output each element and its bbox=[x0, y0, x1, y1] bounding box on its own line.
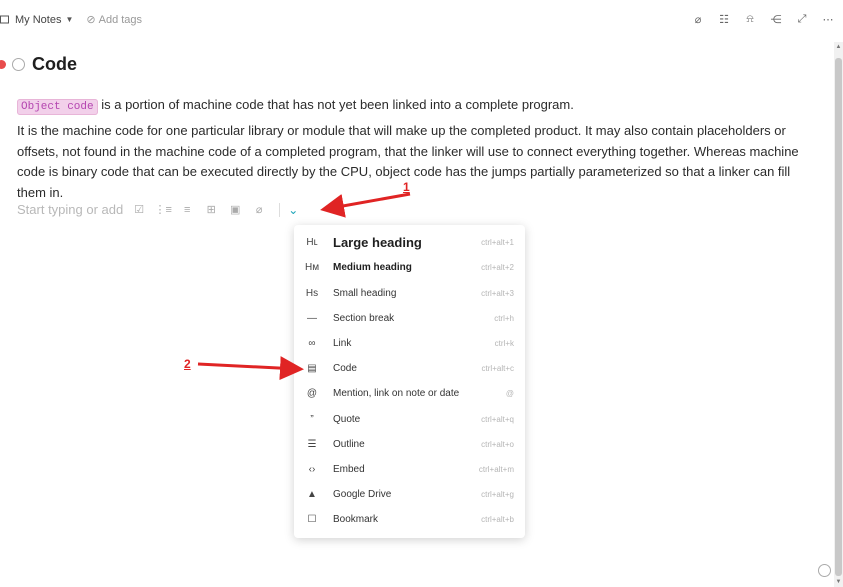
scroll-down-icon[interactable]: ▼ bbox=[835, 579, 842, 585]
page-title[interactable]: Code bbox=[32, 54, 77, 75]
menu-item-embed[interactable]: ‹› Embed ctrl+alt+m bbox=[294, 457, 525, 482]
breadcrumb: My Notes ▼ ⊘ Add tags bbox=[0, 13, 142, 26]
divider bbox=[279, 202, 281, 217]
attachment-icon[interactable]: ⌀ bbox=[251, 203, 267, 217]
menu-item-quote[interactable]: ” Quote ctrl+alt+q bbox=[294, 407, 525, 432]
menu-item-shortcut: @ bbox=[505, 389, 514, 398]
bookmark-icon: ☐ bbox=[307, 514, 317, 525]
image-icon[interactable]: ▣ bbox=[227, 203, 243, 217]
top-bar: My Notes ▼ ⊘ Add tags ⌀ ☷ ⍾ ⋲ ⤢ ⋯ bbox=[0, 0, 843, 42]
menu-item-large-heading[interactable]: Hʟ Large heading ctrl+alt+1 bbox=[294, 230, 525, 255]
menu-item-shortcut: ctrl+k bbox=[494, 339, 514, 348]
menu-item-label: Quote bbox=[333, 414, 361, 425]
google-drive-icon: ▲ bbox=[307, 489, 317, 500]
menu-item-google-drive[interactable]: ▲ Google Drive ctrl+alt+g bbox=[294, 482, 525, 507]
menu-item-label: Large heading bbox=[333, 235, 422, 250]
insert-toolbar: Start typing or add ☑ ⋮≡ ≡ ⊞ ▣ ⌀ ⌄ bbox=[17, 202, 298, 217]
tag-icon: ⊘ bbox=[86, 14, 96, 26]
menu-item-label: Mention, link on note or date bbox=[333, 388, 460, 399]
paragraph-1-text: is a portion of machine code that has no… bbox=[97, 97, 574, 112]
chevron-down-icon[interactable]: ▼ bbox=[65, 15, 73, 24]
insert-menu: Hʟ Large heading ctrl+alt+1 Hм Medium he… bbox=[294, 225, 525, 538]
scrollbar-thumb[interactable] bbox=[835, 58, 842, 576]
menu-item-label: Code bbox=[333, 363, 357, 374]
menu-item-label: Outline bbox=[333, 439, 365, 450]
expand-icon[interactable]: ⤢ bbox=[795, 12, 809, 26]
menu-item-link[interactable]: ∞ Link ctrl+k bbox=[294, 331, 525, 356]
annotation-label-2: 2 bbox=[184, 357, 191, 371]
section-break-icon: — bbox=[307, 313, 317, 324]
paragraph-1[interactable]: Object code is a portion of machine code… bbox=[17, 96, 797, 116]
add-tags-button[interactable]: ⊘ Add tags bbox=[83, 13, 143, 27]
menu-item-section-break[interactable]: — Section break ctrl+h bbox=[294, 306, 525, 331]
menu-item-bookmark[interactable]: ☐ Bookmark ctrl+alt+b bbox=[294, 507, 525, 532]
status-dot bbox=[0, 60, 6, 69]
chevron-down-icon[interactable]: ⌄ bbox=[288, 203, 298, 217]
more-icon[interactable]: ⋯ bbox=[821, 12, 835, 26]
smiley-icon[interactable] bbox=[818, 564, 831, 577]
menu-item-shortcut: ctrl+alt+m bbox=[478, 465, 514, 474]
checkbox-icon[interactable]: ☑ bbox=[131, 203, 147, 217]
quote-icon: ” bbox=[310, 414, 314, 425]
link-icon: ∞ bbox=[308, 338, 316, 349]
menu-item-shortcut: ctrl+h bbox=[494, 314, 514, 323]
menu-item-shortcut: ctrl+alt+g bbox=[481, 490, 514, 499]
menu-item-shortcut: ctrl+alt+3 bbox=[481, 289, 514, 298]
bell-icon[interactable]: ⍾ bbox=[743, 12, 757, 26]
menu-item-label: Section break bbox=[333, 313, 395, 324]
paperclip-icon[interactable]: ⌀ bbox=[691, 12, 705, 26]
menu-item-mention[interactable]: @ Mention, link on note or date @ bbox=[294, 381, 525, 406]
menu-item-shortcut: ctrl+alt+q bbox=[481, 415, 514, 424]
numbered-list-icon[interactable]: ⋮≡ bbox=[155, 203, 172, 217]
table-icon[interactable]: ⊞ bbox=[203, 203, 219, 217]
menu-item-label: Link bbox=[333, 338, 352, 349]
menu-item-label: Google Drive bbox=[333, 489, 392, 500]
menu-item-shortcut: ctrl+alt+o bbox=[481, 440, 514, 449]
medium-heading-icon: Hм bbox=[305, 262, 320, 273]
menu-item-small-heading[interactable]: Hѕ Small heading ctrl+alt+3 bbox=[294, 281, 525, 306]
notebook-selector[interactable]: My Notes bbox=[15, 14, 61, 26]
notebook-icon bbox=[0, 15, 9, 24]
add-tags-label: Add tags bbox=[98, 13, 143, 26]
editor-placeholder[interactable]: Start typing or add bbox=[17, 202, 123, 217]
paragraph-2[interactable]: It is the machine code for one particula… bbox=[17, 121, 807, 203]
inline-code[interactable]: Object code bbox=[17, 99, 98, 115]
embed-icon: ‹› bbox=[308, 464, 316, 475]
annotation-label-1: 1 bbox=[403, 180, 410, 194]
scroll-up-icon[interactable]: ▲ bbox=[835, 44, 842, 50]
large-heading-icon: Hʟ bbox=[306, 237, 318, 248]
menu-item-label: Small heading bbox=[333, 288, 397, 299]
menu-item-shortcut: ctrl+alt+b bbox=[481, 515, 514, 524]
small-heading-icon: Hѕ bbox=[305, 288, 319, 299]
menu-item-label: Bookmark bbox=[333, 514, 379, 525]
menu-item-shortcut: ctrl+alt+1 bbox=[481, 238, 514, 247]
menu-item-medium-heading[interactable]: Hм Medium heading ctrl+alt+2 bbox=[294, 255, 525, 280]
title-row: Code bbox=[0, 54, 77, 75]
bullet-list-icon[interactable]: ≡ bbox=[179, 203, 195, 217]
menu-item-outline[interactable]: ☰ Outline ctrl+alt+o bbox=[294, 432, 525, 457]
outline-icon: ☰ bbox=[307, 439, 317, 450]
share-icon[interactable]: ⋲ bbox=[769, 12, 783, 26]
menu-item-label: Medium heading bbox=[333, 262, 412, 273]
menu-item-shortcut: ctrl+alt+c bbox=[481, 364, 514, 373]
at-sign-icon: @ bbox=[306, 388, 318, 399]
annotation-arrow-2 bbox=[197, 356, 304, 381]
smiley-icon[interactable] bbox=[12, 58, 25, 71]
code-icon: ▤ bbox=[307, 363, 317, 374]
menu-item-label: Embed bbox=[333, 464, 365, 475]
checklist-icon[interactable]: ☷ bbox=[717, 12, 731, 26]
menu-item-shortcut: ctrl+alt+2 bbox=[481, 263, 514, 272]
menu-item-code[interactable]: ▤ Code ctrl+alt+c bbox=[294, 356, 525, 381]
